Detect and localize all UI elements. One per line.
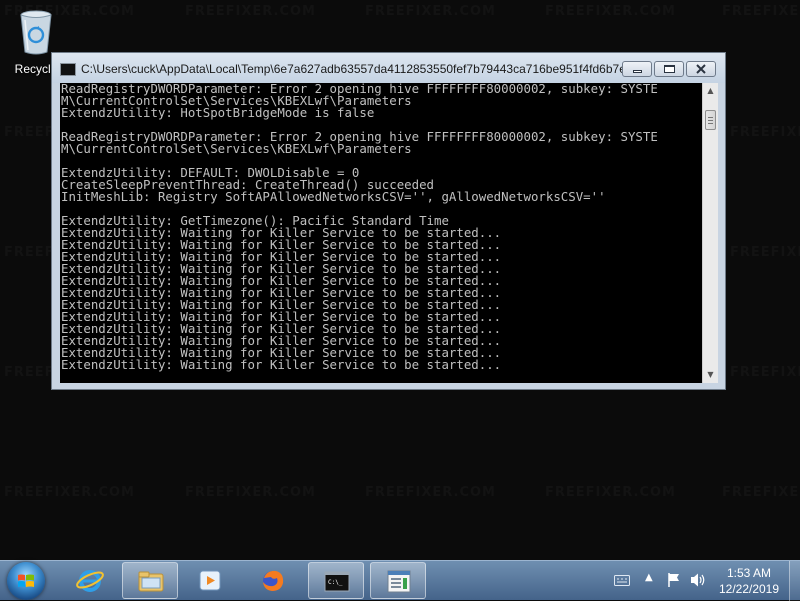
- watermark: FREEFIXER.COM: [730, 365, 800, 380]
- watermark: FREEFIXER.COM: [730, 125, 800, 140]
- scrollbar-thumb[interactable]: [705, 110, 716, 130]
- watermark: FREEFIXER.COM: [545, 485, 676, 500]
- taskbar-program-window[interactable]: [370, 562, 426, 599]
- vertical-scrollbar[interactable]: ▲ ▼: [702, 83, 718, 383]
- taskbar-media-player[interactable]: [182, 562, 238, 599]
- minimize-icon: [633, 70, 642, 73]
- keyboard-icon[interactable]: [614, 575, 630, 586]
- show-hidden-icons-icon[interactable]: ▲: [645, 572, 653, 583]
- close-button[interactable]: [686, 61, 716, 77]
- folder-icon: [138, 571, 164, 592]
- watermark: FREEFIXER.COM: [722, 4, 800, 19]
- application-window-icon: [387, 570, 411, 593]
- console-line: ExtendzUtility: HotSpotBridgeMode is fal…: [61, 105, 375, 120]
- watermark: FREEFIXER.COM: [545, 4, 676, 19]
- console-line: ExtendzUtility: Waiting for Killer Servi…: [61, 357, 502, 372]
- taskbar-command-prompt[interactable]: C:\_: [308, 562, 364, 599]
- console-window[interactable]: C:\Users\cuck\AppData\Local\Temp\6e7a627…: [51, 52, 726, 390]
- media-player-icon: [199, 570, 221, 591]
- start-button[interactable]: [7, 562, 45, 600]
- scroll-up-arrow-icon[interactable]: ▲: [703, 83, 718, 99]
- command-prompt-icon: C:\_: [324, 571, 350, 592]
- taskbar-clock[interactable]: 1:53 AM 12/22/2019: [712, 565, 786, 597]
- clock-time: 1:53 AM: [726, 566, 772, 580]
- close-icon: [696, 64, 706, 74]
- watermark: FREEFIXER.COM: [722, 485, 800, 500]
- svg-text:C:\_: C:\_: [328, 579, 343, 586]
- console-output[interactable]: ReadRegistryDWORDParameter: Error 2 open…: [60, 83, 702, 383]
- show-desktop-button[interactable]: [789, 561, 800, 601]
- console-line: M\CurrentControlSet\Services\KBEXLwf\Par…: [61, 141, 412, 156]
- windows-logo-icon: [18, 574, 34, 587]
- scroll-down-arrow-icon[interactable]: ▼: [703, 367, 718, 383]
- watermark: FREEFIXER.COM: [185, 485, 316, 500]
- taskbar-internet-explorer[interactable]: [62, 562, 118, 599]
- firefox-icon: [263, 570, 284, 591]
- internet-explorer-icon: [76, 570, 104, 592]
- desktop: FREEFIXER.COM FREEFIXER.COM FREEFIXER.CO…: [0, 0, 800, 560]
- recycle-bin-icon: [20, 10, 52, 55]
- taskbar-firefox[interactable]: [245, 562, 301, 599]
- clock-date: 12/22/2019: [718, 582, 780, 596]
- minimize-button[interactable]: [622, 61, 652, 77]
- action-center-flag-icon[interactable]: [666, 572, 682, 588]
- window-titlebar[interactable]: C:\Users\cuck\AppData\Local\Temp\6e7a627…: [52, 53, 725, 83]
- console-line: InitMeshLib: Registry SoftAPAllowedNetwo…: [61, 189, 606, 204]
- taskbar-file-explorer[interactable]: [122, 562, 178, 599]
- watermark: FREEFIXER.COM: [185, 4, 316, 19]
- watermark: FREEFIXER.COM: [365, 4, 496, 19]
- maximize-icon: [664, 65, 675, 73]
- watermark: FREEFIXER.COM: [365, 485, 496, 500]
- watermark: FREEFIXER.COM: [730, 245, 800, 260]
- watermark: FREEFIXER.COM: [4, 485, 135, 500]
- maximize-button[interactable]: [654, 61, 684, 77]
- command-prompt-icon: [60, 63, 76, 76]
- volume-icon[interactable]: [690, 572, 706, 588]
- window-title: C:\Users\cuck\AppData\Local\Temp\6e7a627…: [81, 62, 636, 76]
- taskbar: C:\_ ▲ 1:53 AM 12/22/2019: [0, 560, 800, 601]
